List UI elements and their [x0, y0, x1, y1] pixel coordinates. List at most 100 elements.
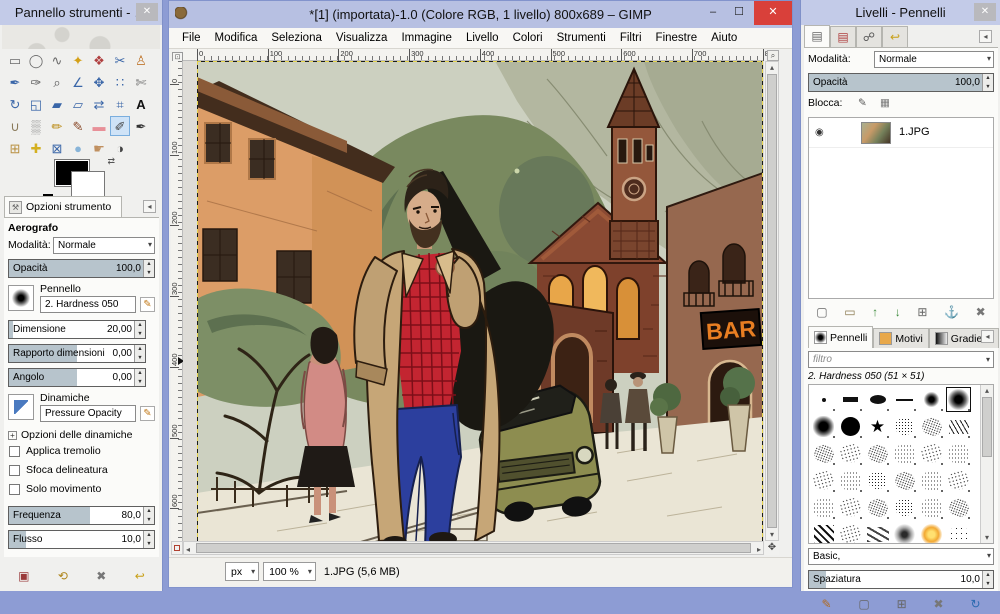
tool-eraser[interactable]: ▬ — [89, 116, 109, 136]
tool-scale[interactable]: ◱ — [26, 94, 46, 114]
close-button[interactable]: ✕ — [754, 1, 792, 25]
brush-item-dot[interactable] — [810, 386, 837, 413]
brush-item-noise[interactable] — [891, 440, 918, 467]
brush-item-chalk[interactable] — [864, 494, 891, 521]
tool-crop[interactable]: ✄ — [131, 72, 151, 92]
brush-item-star[interactable]: ★ — [864, 413, 891, 440]
tool-free-select[interactable]: ∿ — [47, 50, 67, 70]
brush-item-circle[interactable] — [837, 413, 864, 440]
layer-row[interactable]: ◉ 1.JPG — [809, 118, 993, 148]
zoom-select[interactable]: 100 % ▾ — [263, 562, 316, 581]
tool-select-by-color[interactable]: ❖ — [89, 50, 109, 70]
tool-perspective[interactable]: ▱ — [68, 94, 88, 114]
maximize-button[interactable]: ☐ — [726, 1, 752, 25]
brush-item-speck[interactable] — [918, 440, 945, 467]
anchor-layer-button[interactable]: ⚓ — [944, 305, 959, 319]
tab-patterns[interactable]: Motivi — [873, 328, 928, 348]
size-slider[interactable]: Dimensione 20,00 ▲▼ ↩ — [8, 320, 146, 339]
flow-slider[interactable]: Flusso 10,0 ▲▼ — [8, 530, 155, 549]
brush-item-line[interactable] — [891, 386, 918, 413]
menu-item-filtri[interactable]: Filtri — [613, 32, 649, 44]
rate-spinner[interactable]: ▲▼ — [143, 507, 154, 524]
duplicate-brush-button[interactable]: ⊞ — [897, 597, 907, 611]
dynamics-options-expander[interactable]: +Opzioni delle dinamiche — [8, 429, 155, 441]
horizontal-scroll-thumb[interactable] — [196, 543, 751, 553]
raise-layer-button[interactable]: ↑ — [872, 305, 878, 319]
menu-item-strumenti[interactable]: Strumenti — [550, 32, 613, 44]
brush-item-noise[interactable] — [918, 494, 945, 521]
brush-group-select[interactable]: Basic, ▾ — [808, 548, 994, 565]
scroll-right-icon[interactable]: ▸ — [757, 545, 761, 554]
zoom-follow-icon[interactable]: ⌕ — [767, 50, 779, 61]
tool-rotate[interactable]: ↻ — [5, 94, 25, 114]
layer-mode-select[interactable]: Normale ▾ — [874, 51, 994, 68]
brush-item-speck[interactable] — [837, 440, 864, 467]
brush-item-chalk[interactable] — [918, 413, 945, 440]
brush-item-glow[interactable] — [918, 521, 945, 544]
brush-item-chalk[interactable] — [810, 440, 837, 467]
size-spinner[interactable]: ▲▼ — [134, 321, 145, 338]
save-options-button[interactable]: ▣ — [18, 569, 29, 583]
swap-colors-icon[interactable]: ⇄ — [107, 156, 115, 167]
new-brush-button[interactable]: ▢ — [858, 597, 869, 611]
color-area[interactable]: ⇄ — [55, 160, 107, 198]
horizontal-scrollbar[interactable]: ◂ ▸ — [183, 541, 764, 555]
spacing-spinner[interactable]: ▲▼ — [982, 571, 993, 588]
tool-ellipse-select[interactable]: ◯ — [26, 50, 46, 70]
dynamics-field[interactable]: Pressure Opacity — [40, 405, 136, 422]
menu-item-colori[interactable]: Colori — [506, 32, 550, 44]
tool-gradient[interactable]: ▒ — [26, 116, 46, 136]
tool-flip[interactable]: ⇄ — [89, 94, 109, 114]
layer-list[interactable]: ◉ 1.JPG — [808, 117, 994, 299]
tool-pencil[interactable]: ✏ — [47, 116, 67, 136]
tool-blur-sharpen[interactable]: ● — [68, 138, 88, 158]
scroll-down-icon[interactable]: ▾ — [766, 530, 778, 539]
brush-item-ellipse[interactable] — [864, 386, 891, 413]
tab-undo-history[interactable]: ↩ — [882, 26, 908, 47]
checkbox-apply-jitter[interactable]: Applica tremolio — [8, 445, 155, 462]
vertical-ruler[interactable]: 0100200300400500600 — [171, 61, 183, 541]
brush-item-stripe[interactable] — [864, 521, 891, 544]
scroll-up-icon[interactable]: ▴ — [766, 63, 778, 72]
lock-pixels-icon[interactable]: ✎ — [858, 97, 867, 109]
restore-options-button[interactable]: ⟲ — [58, 569, 68, 583]
dynamics-icon[interactable] — [8, 394, 34, 420]
rate-slider[interactable]: Frequenza 80,0 ▲▼ — [8, 506, 155, 525]
tool-dodge-burn[interactable]: ◑ — [110, 138, 130, 158]
brush-grid-scrollbar[interactable]: ▴ ▾ — [980, 385, 993, 543]
brush-item-speck[interactable] — [810, 467, 837, 494]
edit-dynamics-icon[interactable]: ✎ — [140, 406, 155, 421]
minimize-button[interactable]: – — [700, 1, 726, 25]
delete-options-button[interactable]: ✖ — [96, 569, 106, 583]
duplicate-layer-button[interactable]: ⊞ — [917, 305, 927, 319]
menu-item-visualizza[interactable]: Visualizza — [329, 32, 395, 44]
tool-perspective-clone[interactable]: ⊠ — [47, 138, 67, 158]
tool-rect-select[interactable]: ▭ — [5, 50, 25, 70]
tab-paths[interactable]: ☍ — [856, 26, 882, 47]
brush-item-scratch[interactable] — [945, 413, 972, 440]
spacing-slider[interactable]: Spaziatura 10,0 ▲▼ — [808, 570, 994, 589]
angle-slider[interactable]: Angolo 0,00 ▲▼ ↩ — [8, 368, 146, 387]
brush-item-diag[interactable] — [810, 521, 837, 544]
reset-options-button[interactable]: ↩ — [135, 569, 145, 583]
visibility-eye-icon[interactable]: ◉ — [815, 127, 824, 138]
layer-opacity-spinner[interactable]: ▲▼ — [982, 74, 993, 91]
brush-item-soft[interactable] — [918, 386, 945, 413]
brush-item-noise[interactable] — [810, 494, 837, 521]
opacity-slider[interactable]: Opacità 100,0 ▲▼ — [8, 259, 155, 278]
dock-menu-button[interactable]: ◂ — [979, 30, 992, 43]
tool-foreground-select[interactable]: ♙ — [131, 50, 151, 70]
vertical-scroll-thumb[interactable] — [767, 74, 777, 528]
menu-item-file[interactable]: File — [175, 32, 208, 44]
delete-layer-button[interactable]: ✖ — [976, 305, 986, 319]
menu-item-immagine[interactable]: Immagine — [394, 32, 459, 44]
aspect-spinner[interactable]: ▲▼ — [134, 345, 145, 362]
unit-select[interactable]: px ▾ — [225, 562, 259, 581]
brush-item-chalk[interactable] — [945, 494, 972, 521]
brush-item-big[interactable] — [810, 413, 837, 440]
menu-item-livello[interactable]: Livello — [459, 32, 506, 44]
brush-item-chalk[interactable] — [864, 440, 891, 467]
brush-filter-input[interactable]: filtro ▾ — [808, 351, 994, 368]
tool-bucket-fill[interactable]: ∪ — [5, 116, 25, 136]
brush-item-noise[interactable] — [945, 440, 972, 467]
